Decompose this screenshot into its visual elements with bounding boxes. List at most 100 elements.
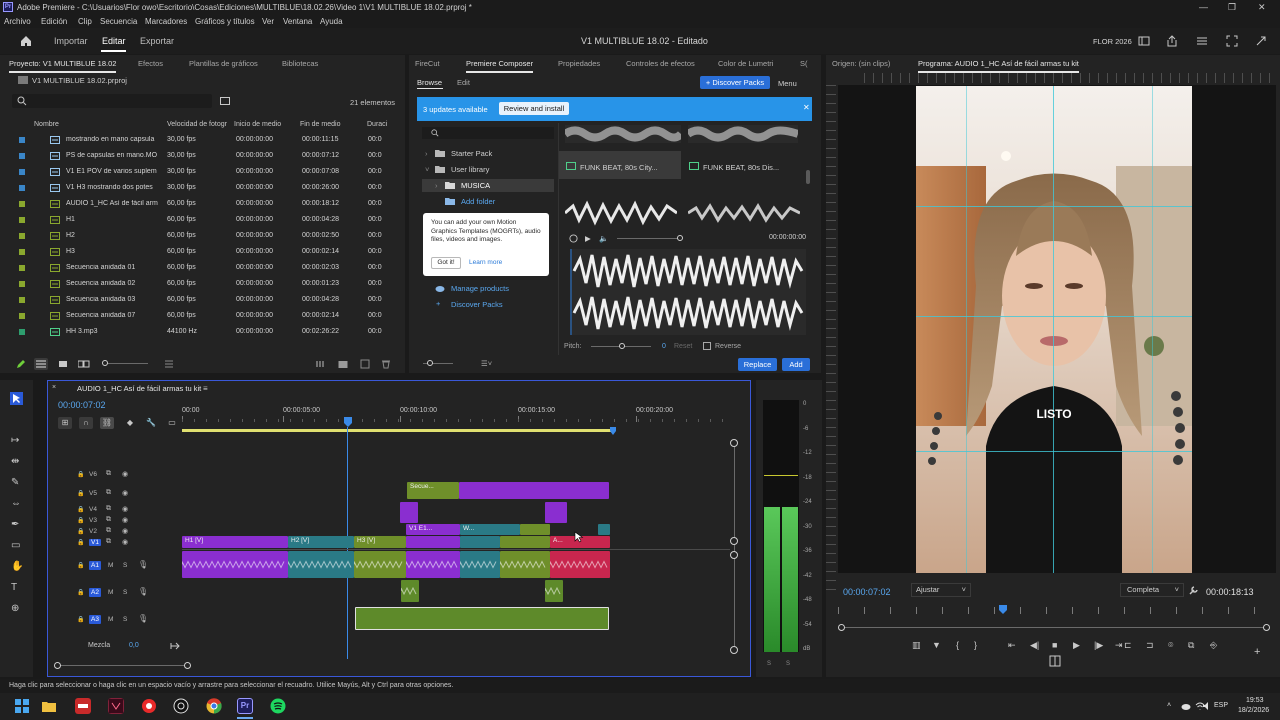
audio-clip-a2[interactable] [401,580,419,602]
timeline-zoom-left[interactable] [54,662,61,669]
table-row[interactable]: V1 H3 mostrando dos potes 30,00 fps 00:00:… [0,181,405,197]
hand-tool-icon[interactable]: ✋ [11,561,23,572]
slip-tool-icon[interactable]: ⇔ [11,498,21,509]
menu-archivo[interactable]: Archivo [4,17,31,26]
tab-bibliotecas[interactable]: Bibliotecas [282,59,318,68]
app-maroon-icon[interactable] [108,698,124,714]
label-color-swatch[interactable] [19,313,25,319]
track-lock-icon[interactable]: 🔒 [77,517,84,524]
go-to-in-icon[interactable]: ⇤ [1008,640,1016,651]
insert-nest-icon[interactable]: ⊞ [58,417,72,429]
table-row[interactable]: Secuencia anidada 02 60,00 fps 00:00:00:00… [0,277,405,293]
clip-green-v1[interactable] [500,536,550,548]
track-label-v1[interactable]: V1 [89,539,101,546]
table-row[interactable]: AUDIO 1_HC Así de fácil arm 60,00 fps 00:0… [0,197,405,213]
item-name[interactable]: V1 H3 mostrando dos potes [66,184,161,191]
solo-toggle[interactable]: S [123,589,127,596]
clip-teal-v2[interactable] [598,524,610,535]
microphone-icon[interactable]: 🎙 [138,614,148,623]
waveform-thumb-4[interactable] [688,200,800,226]
solo-left[interactable]: S [767,661,771,667]
sort-icon[interactable] [164,359,174,369]
label-color-swatch[interactable] [19,297,25,303]
eye-icon[interactable]: ◉ [122,516,128,524]
rectangle-tool-icon[interactable]: ▭ [11,540,20,551]
timeline-ruler[interactable]: 00:00 00:00:05:00 00:00:10:00 00:00:15:00 00… [182,407,732,425]
app-circle-icon[interactable] [173,698,189,714]
expand-icon[interactable] [1255,35,1267,47]
nav-exportar[interactable]: Exportar [140,36,174,46]
review-install-button[interactable]: Review and install [499,102,569,115]
label-color-swatch[interactable] [19,169,25,175]
out-point-marker[interactable] [610,427,616,435]
insert-icon[interactable]: ⊏ [1124,640,1132,651]
vscroll-handle-bottom[interactable] [730,646,738,654]
microphone-icon[interactable]: 🎙 [138,587,148,596]
banner-close-icon[interactable]: ✕ [803,103,810,112]
tray-chevron-icon[interactable]: ˄ [1167,702,1171,709]
trash-icon[interactable] [381,359,391,369]
track-lock-icon[interactable]: 🔒 [77,528,84,535]
app-record-icon[interactable] [141,698,157,714]
step-forward-icon[interactable]: |▶ [1094,640,1103,651]
quality-dropdown[interactable]: Completa ˅ [1120,583,1184,597]
clip-teal-v1[interactable] [460,536,500,548]
eye-icon[interactable]: ◉ [122,489,128,497]
track-label-a2[interactable]: A2 [89,588,101,597]
label-color-swatch[interactable] [19,153,25,159]
menu-ventana[interactable]: Ventana [283,17,312,26]
clip-h3[interactable]: H3 [V] [354,536,406,548]
add-button-icon[interactable]: + [1254,646,1260,658]
preview-scrub-handle[interactable] [677,235,683,241]
clip-purple-v4b[interactable] [545,502,567,523]
subtab-edit[interactable]: Edit [457,78,470,87]
manage-products-link[interactable]: Manage products [451,284,509,293]
sync-lock-icon[interactable]: ⧉ [106,516,111,524]
timeline-close-icon[interactable]: × [52,384,56,391]
program-mini-ruler[interactable] [838,607,1268,614]
step-back-icon[interactable]: ◀| [1030,640,1039,651]
col-nombre[interactable]: Nombre [34,121,59,128]
tab-firecut[interactable]: FireCut [415,59,440,68]
col-fin[interactable]: Fin de medio [300,121,340,128]
pitch-slider-handle[interactable] [619,343,625,349]
work-area-bar[interactable] [182,429,614,432]
clip-purple-v1[interactable] [406,536,460,548]
settings-wrench-icon[interactable]: 🔧 [144,417,158,429]
thumb-size-handle[interactable] [427,360,433,366]
add-marker-icon[interactable]: ◆ [123,417,137,429]
track-label-a1[interactable]: A1 [89,561,101,570]
pitch-value[interactable]: 0 [662,343,666,350]
vscroll-handle-mid2[interactable] [730,551,738,559]
mute-toggle[interactable]: M [108,562,113,569]
timeline-timecode[interactable]: 00:00:07:02 [58,400,106,410]
tab-more[interactable]: S( [800,59,808,68]
label-color-swatch[interactable] [19,265,25,271]
track-label-v6[interactable]: V6 [89,471,97,478]
discover-packs-button[interactable]: + Discover Packs [700,76,770,89]
label-color-swatch[interactable] [19,233,25,239]
audio-clip-green[interactable] [500,551,550,578]
track-label-v5[interactable]: V5 [89,490,97,497]
clip-purple-v5[interactable] [459,482,609,499]
icon-view-icon[interactable] [58,360,68,368]
layout-icon[interactable] [1138,35,1150,47]
tab-efectos[interactable]: Efectos [138,59,163,68]
linked-selection-icon[interactable]: ⛓ [100,417,114,429]
clip-h2[interactable]: H2 [V] [288,536,354,548]
captions-icon[interactable]: ▭ [165,417,179,429]
clock-time[interactable]: 19:53 [1246,697,1264,704]
menu-clip[interactable]: Clip [78,17,92,26]
eye-icon[interactable]: ◉ [122,538,128,546]
nav-editar[interactable]: Editar [102,36,126,46]
got-it-button[interactable]: Got it! [431,257,461,269]
timeline-tab[interactable]: AUDIO 1_HC Así de fácil armas tu kit [77,384,201,393]
audio-clip-pink[interactable] [550,551,610,578]
audio-clip-h1[interactable] [182,551,288,578]
track-lock-icon[interactable]: 🔒 [77,589,84,596]
solo-toggle[interactable]: S [123,562,127,569]
col-inicio[interactable]: Inicio de medio [234,121,281,128]
eye-icon[interactable]: ◉ [122,470,128,478]
add-button[interactable]: Add [782,358,810,371]
timeline-zoom-bar[interactable] [58,665,188,666]
